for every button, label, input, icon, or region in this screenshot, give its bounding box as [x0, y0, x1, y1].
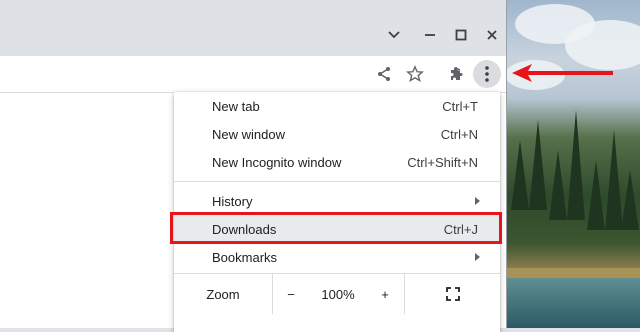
zoom-out-button[interactable]: − [274, 274, 308, 314]
desktop-wallpaper [505, 0, 640, 328]
menu-item-label: New tab [212, 98, 260, 114]
maximize-icon[interactable] [448, 22, 474, 48]
red-arrow-icon [512, 64, 613, 82]
menu-item-new-tab[interactable]: New tab Ctrl+T [174, 92, 500, 120]
share-icon[interactable] [370, 60, 398, 88]
more-vert-icon[interactable] [473, 60, 501, 88]
menu-item-label: Bookmarks [212, 249, 278, 265]
menu-item-label: New Incognito window [212, 154, 342, 170]
zoom-row: Zoom − 100% + [174, 274, 500, 314]
zoom-label: Zoom [206, 286, 240, 302]
menu-item-bookmarks[interactable]: Bookmarks [174, 243, 500, 271]
menu-item-shortcut: Ctrl+T [442, 98, 478, 114]
zoom-in-button[interactable]: + [368, 274, 402, 314]
menu-item-label: New window [212, 126, 285, 142]
browser-toolbar [0, 56, 506, 93]
zoom-level: 100% [321, 286, 355, 302]
star-icon[interactable] [401, 60, 429, 88]
close-icon[interactable] [479, 22, 505, 48]
chevron-down-icon[interactable] [381, 22, 407, 48]
downloads-highlight-box [170, 212, 502, 244]
minimize-icon[interactable] [417, 22, 443, 48]
submenu-arrow-icon [475, 253, 480, 261]
menu-item-history[interactable]: History [174, 187, 500, 215]
menu-item-new-window[interactable]: New window Ctrl+N [174, 120, 500, 148]
menu-item-label: History [212, 193, 253, 209]
browser-window: New tab Ctrl+T New window Ctrl+N New Inc… [0, 0, 507, 332]
menu-item-shortcut: Ctrl+Shift+N [407, 154, 478, 170]
menu-item-shortcut: Ctrl+N [440, 126, 478, 142]
menu-item-new-incognito-window[interactable]: New Incognito window Ctrl+Shift+N [174, 148, 500, 176]
submenu-arrow-icon [475, 197, 480, 205]
fullscreen-icon[interactable] [406, 274, 500, 314]
title-bar [0, 0, 506, 56]
extensions-icon[interactable] [442, 60, 470, 88]
menu-separator [174, 181, 500, 182]
